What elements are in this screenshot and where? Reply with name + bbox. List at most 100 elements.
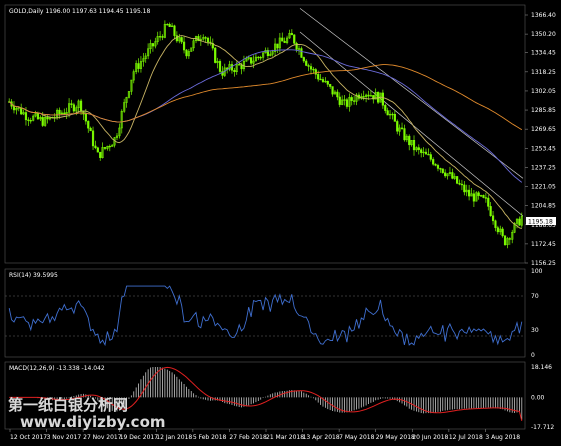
candle-body <box>89 127 92 132</box>
candle-body <box>240 64 243 70</box>
candle-body <box>58 109 61 114</box>
candle-body <box>283 40 286 43</box>
rsi-tick-label: 70 <box>531 293 539 300</box>
price-tick-label: 1221.05 <box>531 184 556 191</box>
time-tick-label: 27 Feb 2018 <box>229 434 267 441</box>
candle-body <box>185 49 188 57</box>
candle-body <box>27 119 30 121</box>
time-tick-label: 3 Nov 2017 <box>47 434 82 441</box>
candle-body <box>238 64 241 66</box>
candle-body <box>460 183 464 186</box>
candle-body <box>329 84 332 87</box>
price-tick-label: 1204.85 <box>531 203 556 210</box>
candle-body <box>70 103 73 105</box>
candle-body <box>362 96 365 98</box>
time-tick-label: 19 Dec 2017 <box>120 434 159 441</box>
candle-body <box>432 159 435 165</box>
candle-body <box>386 110 389 116</box>
macd-panel-title: MACD(12,26,9) -13.338 -14.042 <box>9 365 105 372</box>
candle-body <box>312 68 315 71</box>
candle-body <box>518 218 521 226</box>
candle-body <box>396 121 399 132</box>
rsi-tick-label: 0 <box>531 352 535 359</box>
candle-body <box>151 43 155 47</box>
candle-body <box>281 37 284 42</box>
candle-body <box>484 197 487 199</box>
time-tick-label: 7 May 2018 <box>339 434 374 441</box>
candle-body <box>326 80 329 85</box>
candle-body <box>41 117 44 126</box>
time-tick-label: 5 Feb 2018 <box>193 434 227 441</box>
macd-tick-label: -17.712 <box>531 424 554 431</box>
candle-body <box>168 24 171 28</box>
candle-body <box>503 235 507 246</box>
candle-body <box>79 100 83 112</box>
candle-body <box>434 163 437 166</box>
candle-body <box>427 153 430 156</box>
candle-body <box>96 147 99 153</box>
candle-body <box>393 113 396 122</box>
candle-body <box>391 113 394 116</box>
chart-background <box>0 0 561 446</box>
candle-body <box>257 56 260 59</box>
candle-body <box>166 23 169 26</box>
candle-body <box>424 151 428 155</box>
time-tick-label: 29 May 2018 <box>376 434 415 441</box>
macd-tick-label: 18.146 <box>531 364 552 371</box>
candle-body <box>91 130 95 147</box>
candle-body <box>214 47 217 63</box>
price-panel-title: GOLD,Daily 1196.00 1197.63 1194.45 1195.… <box>9 8 150 15</box>
candle-body <box>233 70 236 73</box>
candle-body <box>491 215 495 222</box>
candle-body <box>429 154 432 160</box>
time-tick-label: 12 Oct 2017 <box>10 434 47 441</box>
price-tick-label: 1334.45 <box>531 50 556 57</box>
price-tick-label: 1237.25 <box>531 164 556 171</box>
price-tick-label: 1253.45 <box>531 145 556 152</box>
candle-body <box>259 56 262 59</box>
candle-body <box>477 192 480 197</box>
time-tick-label: 3 Aug 2018 <box>485 434 520 441</box>
candle-body <box>384 105 387 111</box>
candle-body <box>487 197 490 207</box>
trading-chart[interactable]: GOLD,Daily 1196.00 1197.63 1194.45 1195.… <box>0 0 561 446</box>
time-tick-label: 21 Mar 2018 <box>266 434 304 441</box>
price-tick-label: 1285.85 <box>531 107 556 114</box>
candle-body <box>451 172 454 179</box>
candle-body <box>103 147 107 149</box>
candle-body <box>94 145 97 149</box>
candle-body <box>12 106 16 111</box>
candle-body <box>408 135 411 146</box>
time-tick-label: 13 Apr 2018 <box>303 434 340 441</box>
candle-body <box>309 66 313 70</box>
time-tick-label: 27 Nov 2017 <box>83 434 122 441</box>
candle-body <box>456 176 459 184</box>
time-tick-label: 12 Jan 2018 <box>156 434 192 441</box>
candle-body <box>331 86 334 95</box>
price-tick-label: 1366.40 <box>531 12 556 19</box>
candle-body <box>336 91 339 98</box>
time-tick-label: 12 Jul 2018 <box>449 434 483 441</box>
macd-tick-label: 0.00 <box>531 394 545 401</box>
candle-body <box>307 65 310 67</box>
candle-body <box>319 78 322 81</box>
candle-body <box>46 117 49 120</box>
candle-body <box>314 69 317 75</box>
candle-body <box>458 183 461 185</box>
candle-body <box>381 92 384 106</box>
candle-body <box>250 57 253 64</box>
candle-body <box>300 48 303 58</box>
candle-body <box>417 147 420 150</box>
rsi-tick-label: 100 <box>531 268 543 275</box>
candle-body <box>496 227 499 233</box>
candle-body <box>204 37 207 39</box>
candle-body <box>494 220 497 228</box>
candle-body <box>444 172 447 177</box>
price-tick-label: 1269.65 <box>531 126 556 133</box>
candle-body <box>420 149 423 153</box>
candle-body <box>317 74 320 80</box>
candle-body <box>159 36 162 38</box>
candle-body <box>321 79 325 82</box>
candle-body <box>489 206 492 217</box>
candle-body <box>29 120 32 122</box>
